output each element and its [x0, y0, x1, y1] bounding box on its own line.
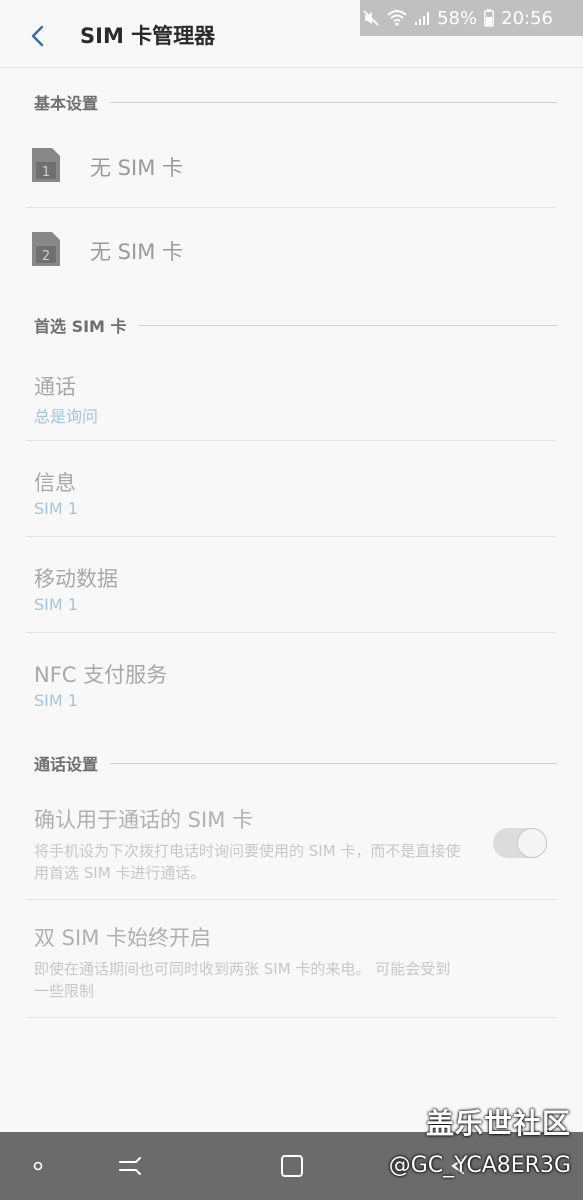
setting-confirm-sim-for-calls[interactable]: 确认用于通话的 SIM 卡 将手机设为下次拨打电话时询问要使用的 SIM 卡，而…	[26, 782, 557, 900]
pref-item-calls[interactable]: 通话 总是询问	[26, 345, 557, 441]
pref-item-messages[interactable]: 信息 SIM 1	[26, 441, 557, 537]
setting-title: 双 SIM 卡始终开启	[34, 926, 211, 950]
pref-item-mobile-data[interactable]: 移动数据 SIM 1	[26, 537, 557, 633]
pref-value: 总是询问	[34, 407, 99, 426]
section-preferred-sim: 首选 SIM 卡	[34, 313, 557, 337]
setting-description: 即使在通话期间也可同时收到两张 SIM 卡的来电。 可能会受到一些限制	[34, 960, 451, 1000]
recent-apps-icon	[119, 1157, 141, 1175]
battery-percent: 58%	[437, 7, 478, 29]
pref-title: 通话	[34, 375, 76, 399]
pref-value: SIM 1	[34, 595, 78, 614]
section-label: 通话设置	[34, 755, 99, 774]
sim-slot-number: 2	[42, 249, 50, 264]
pref-title: 移动数据	[34, 567, 118, 591]
sim-slot-1[interactable]: 1 无 SIM 卡	[26, 124, 557, 208]
confirm-sim-toggle[interactable]	[493, 828, 547, 858]
section-divider	[138, 324, 557, 326]
sim-slot-2[interactable]: 2 无 SIM 卡	[26, 208, 557, 292]
mute-icon	[362, 9, 380, 27]
pref-value: SIM 1	[34, 691, 78, 710]
section-call-settings: 通话设置	[34, 751, 557, 775]
sim-card-icon: 2	[32, 232, 60, 266]
home-button[interactable]	[274, 1150, 310, 1182]
dot-icon	[33, 1161, 43, 1171]
signal-icon	[414, 10, 430, 26]
section-label: 基本设置	[34, 94, 99, 113]
nav-dot-button[interactable]	[20, 1150, 56, 1182]
watermark-site-name: 盖乐世社区	[425, 1107, 571, 1140]
sim-slot-number: 1	[42, 165, 50, 180]
pref-title: 信息	[34, 471, 76, 495]
home-square-icon	[281, 1155, 303, 1177]
toggle-knob	[517, 828, 547, 858]
section-label: 首选 SIM 卡	[34, 317, 127, 336]
sim-status: 无 SIM 卡	[90, 156, 183, 180]
watermark-username: @GC_YCA8ER3G	[388, 1153, 571, 1178]
setting-title: 确认用于通话的 SIM 卡	[34, 808, 253, 832]
recent-apps-button[interactable]	[112, 1150, 148, 1182]
battery-icon	[484, 9, 495, 27]
sim-card-icon: 1	[32, 148, 60, 182]
pref-item-nfc-payment[interactable]: NFC 支付服务 SIM 1	[26, 633, 557, 729]
section-divider	[110, 101, 557, 103]
section-basic-settings: 基本设置	[34, 90, 557, 114]
setting-description: 将手机设为下次拨打电话时询问要使用的 SIM 卡，而不是直接使用首选 SIM 卡…	[34, 842, 461, 882]
clock: 20:56	[501, 7, 553, 29]
section-divider	[110, 762, 557, 764]
status-bar: 58% 20:56	[0, 0, 583, 36]
pref-value: SIM 1	[34, 499, 78, 518]
pref-title: NFC 支付服务	[34, 663, 168, 687]
setting-dual-sim-always-on[interactable]: 双 SIM 卡始终开启 即使在通话期间也可同时收到两张 SIM 卡的来电。 可能…	[26, 900, 557, 1018]
sim-status: 无 SIM 卡	[90, 240, 183, 264]
wifi-icon	[387, 10, 407, 26]
